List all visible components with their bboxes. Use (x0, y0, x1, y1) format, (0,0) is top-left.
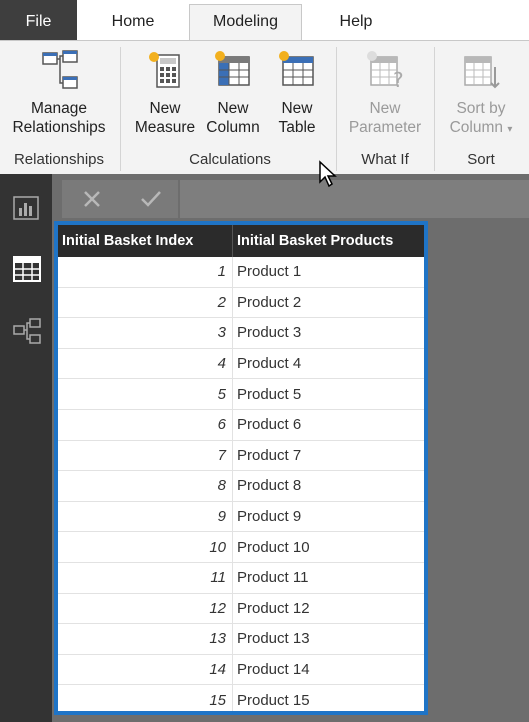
manage-relationships-button[interactable]: Manage Relationships (6, 49, 112, 137)
mouse-cursor-icon (319, 160, 337, 188)
group-label-sort: Sort (467, 151, 495, 168)
cell-product[interactable]: Product 5 (232, 378, 424, 410)
sort-by-column-button[interactable]: Sort by Column ▾ (438, 49, 524, 139)
manage-label-line2: Relationships (12, 119, 106, 136)
table-row: 5 Product 5 (58, 378, 424, 410)
cell-index[interactable]: 14 (58, 654, 233, 686)
new-column-button[interactable]: New Column (202, 49, 264, 137)
calculator-icon (149, 52, 180, 88)
column-icon (215, 51, 250, 86)
cell-index[interactable]: 10 (58, 531, 233, 563)
new-parameter-line1: New (369, 100, 401, 117)
cell-product[interactable]: Product 9 (232, 501, 424, 533)
table-row: 1 Product 1 (58, 257, 424, 288)
tab-home[interactable]: Home (100, 4, 166, 40)
group-separator (120, 47, 121, 171)
cell-index[interactable]: 15 (58, 684, 233, 711)
formula-bar (52, 174, 529, 218)
group-label-relationships: Relationships (13, 151, 105, 168)
data-icon[interactable] (13, 256, 41, 282)
table-row: 7 Product 7 (58, 440, 424, 472)
cell-product[interactable]: Product 12 (232, 593, 424, 625)
cell-product[interactable]: Product 8 (232, 470, 424, 502)
table-row: 4 Product 4 (58, 348, 424, 380)
new-column-line1: New (217, 100, 249, 117)
table-row: 2 Product 2 (58, 287, 424, 319)
table-row: 12 Product 12 (58, 593, 424, 625)
table-row: 8 Product 8 (58, 470, 424, 502)
new-table-line2: Table (278, 119, 316, 136)
ribbon-tab-bar: File Home Modeling Help (0, 0, 529, 41)
tab-file[interactable]: File (0, 0, 77, 40)
new-parameter-line2: Parameter (348, 119, 422, 136)
cell-index[interactable]: 2 (58, 287, 233, 319)
group-separator (336, 47, 337, 171)
cell-product[interactable]: Product 13 (232, 623, 424, 655)
cell-product[interactable]: Product 3 (232, 317, 424, 349)
left-nav (0, 174, 52, 722)
svg-text:?: ? (393, 68, 404, 92)
sort-icon (464, 56, 500, 89)
table-row: 6 Product 6 (58, 409, 424, 441)
cell-product[interactable]: Product 7 (232, 440, 424, 472)
group-label-what-if: What If (361, 151, 409, 168)
tab-modeling[interactable]: Modeling (189, 4, 302, 41)
new-measure-line1: New (149, 100, 181, 117)
formula-input[interactable] (180, 180, 529, 218)
table-row: 9 Product 9 (58, 501, 424, 533)
table-row: 11 Product 11 (58, 562, 424, 594)
check-icon[interactable] (140, 189, 162, 209)
cell-index[interactable]: 1 (58, 257, 233, 288)
cell-product[interactable]: Product 1 (232, 257, 424, 288)
cell-index[interactable]: 9 (58, 501, 233, 533)
table-header-row: Initial Basket Index Initial Basket Prod… (58, 225, 424, 257)
table-icon (279, 51, 314, 86)
cell-product[interactable]: Product 15 (232, 684, 424, 711)
new-parameter-button[interactable]: ? New Parameter (342, 49, 428, 137)
new-measure-line2: Measure (134, 119, 196, 136)
table-row: 3 Product 3 (58, 317, 424, 349)
table-row: 14 Product 14 (58, 654, 424, 686)
parameter-icon: ? (367, 51, 404, 92)
column-header-products[interactable]: Initial Basket Products (232, 225, 424, 257)
new-measure-button[interactable]: New Measure (132, 49, 198, 137)
cell-product[interactable]: Product 14 (232, 654, 424, 686)
cell-product[interactable]: Product 11 (232, 562, 424, 594)
cell-index[interactable]: 5 (58, 378, 233, 410)
cell-index[interactable]: 8 (58, 470, 233, 502)
cell-index[interactable]: 12 (58, 593, 233, 625)
new-table-line1: New (281, 100, 313, 117)
sort-line2: Column (449, 119, 504, 136)
model-icon[interactable] (13, 318, 41, 344)
cell-index[interactable]: 11 (58, 562, 233, 594)
cell-product[interactable]: Product 2 (232, 287, 424, 319)
cell-product[interactable]: Product 6 (232, 409, 424, 441)
ribbon-panel: Manage Relationships Relationships New M… (0, 40, 529, 174)
new-column-line2: Column (206, 119, 260, 136)
cell-index[interactable]: 7 (58, 440, 233, 472)
column-header-index[interactable]: Initial Basket Index (58, 225, 233, 257)
cell-product[interactable]: Product 4 (232, 348, 424, 380)
new-table-button[interactable]: New Table (268, 49, 326, 137)
data-table: Initial Basket Index Initial Basket Prod… (54, 221, 428, 715)
tab-help[interactable]: Help (326, 4, 386, 40)
x-icon[interactable] (82, 189, 102, 209)
report-icon[interactable] (13, 196, 39, 220)
cell-index[interactable]: 3 (58, 317, 233, 349)
group-separator (434, 47, 435, 171)
sort-line1: Sort by (456, 100, 506, 117)
relationships-icon (42, 50, 78, 89)
table-row: 15 Product 15 (58, 684, 424, 711)
formula-buttons (62, 180, 178, 218)
cell-index[interactable]: 4 (58, 348, 233, 380)
manage-label-line1: Manage (30, 100, 87, 117)
table-row: 10 Product 10 (58, 531, 424, 563)
cell-product[interactable]: Product 10 (232, 531, 424, 563)
chevron-down-icon: ▾ (507, 124, 513, 135)
group-label-calculations: Calculations (189, 151, 271, 168)
cell-index[interactable]: 13 (58, 623, 233, 655)
table-row: 13 Product 13 (58, 623, 424, 655)
cell-index[interactable]: 6 (58, 409, 233, 441)
